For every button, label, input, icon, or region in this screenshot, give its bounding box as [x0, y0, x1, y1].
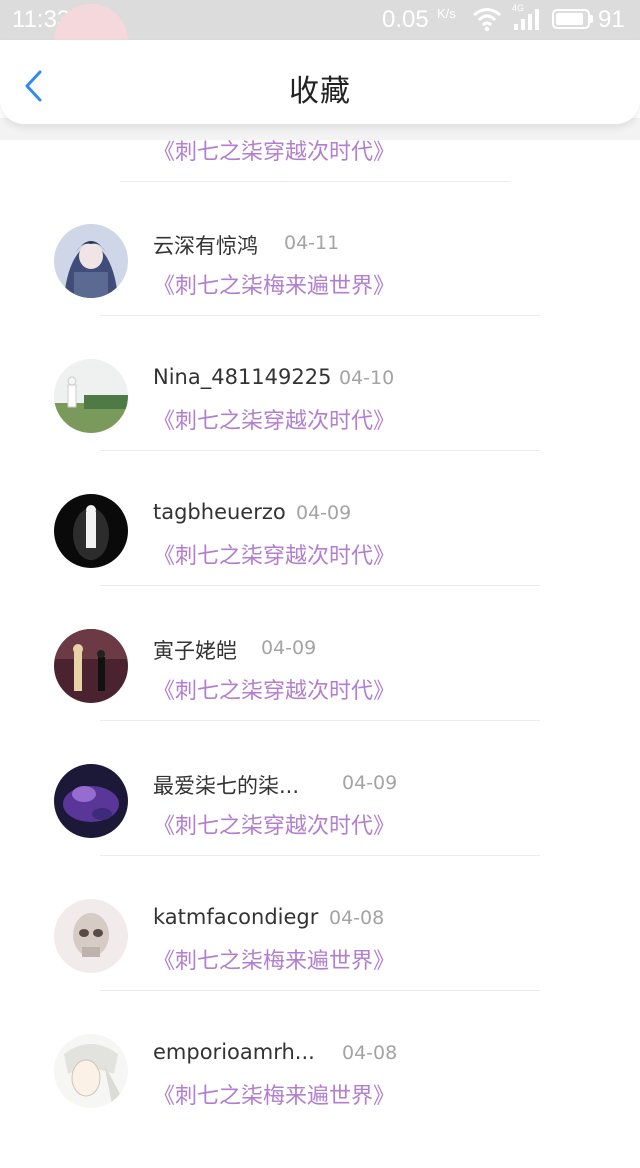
user-name: emporioamrh...: [153, 1040, 315, 1064]
book-title[interactable]: 《刺七之柒梅来遍世界》: [153, 1078, 395, 1110]
favorite-date: 04-11: [284, 232, 340, 254]
user-name: 最爱柒七的柒...: [153, 774, 300, 798]
book-title[interactable]: 《刺七之柒穿越次时代》: [153, 403, 395, 435]
list-item[interactable]: 云深有惊鸿 04-11 《刺七之柒梅来遍世界》: [0, 224, 640, 358]
list-item[interactable]: Nina_481149225 04-10 《刺七之柒穿越次时代》: [0, 359, 640, 493]
signal-icon: [514, 9, 539, 30]
favorite-date: 04-09: [296, 502, 352, 524]
list-item[interactable]: emporioamrh... 04-08 《刺七之柒梅来遍世界》: [0, 1034, 640, 1168]
user-name: 寅子姥皑: [153, 639, 237, 663]
avatar[interactable]: [54, 494, 128, 568]
divider: [100, 990, 540, 991]
divider: [100, 585, 540, 586]
battery-fill: [556, 13, 583, 25]
book-title[interactable]: 《刺七之柒穿越次时代》: [153, 673, 395, 705]
list-item[interactable]: 寅子姥皑 04-09 《刺七之柒穿越次时代》: [0, 629, 640, 763]
book-title[interactable]: 《刺七之柒穿越次时代》: [153, 538, 395, 570]
battery-icon: [552, 9, 590, 29]
nav-header: 收藏: [0, 40, 640, 124]
network-speed: 0.05: [382, 6, 429, 33]
network-speed-unit: K/s: [437, 6, 456, 21]
book-title[interactable]: 《刺七之柒梅来遍世界》: [153, 943, 395, 975]
divider: [100, 315, 540, 316]
divider: [100, 855, 540, 856]
divider: [100, 720, 540, 721]
user-name: Nina_481149225: [153, 365, 332, 389]
user-name: katmfacondiegr: [153, 905, 319, 929]
battery-percent: 91: [598, 6, 625, 33]
user-name: tagbheuerzo: [153, 500, 286, 524]
avatar[interactable]: [54, 224, 128, 298]
favorite-date: 04-09: [342, 772, 398, 794]
avatar[interactable]: [54, 764, 128, 838]
divider: [120, 181, 510, 182]
avatar[interactable]: [54, 629, 128, 703]
favorite-date: 04-09: [261, 637, 317, 659]
wifi-icon: [473, 8, 501, 32]
user-name: 云深有惊鸿: [153, 234, 258, 258]
list-item[interactable]: 最爱柒七的柒... 04-09 《刺七之柒穿越次时代》: [0, 764, 640, 898]
divider: [100, 450, 540, 451]
book-title[interactable]: 《刺七之柒梅来遍世界》: [153, 268, 395, 300]
list-item[interactable]: katmfacondiegr 04-08 《刺七之柒梅来遍世界》: [0, 899, 640, 1033]
favorite-date: 04-10: [339, 367, 395, 389]
book-title[interactable]: 《刺七之柒穿越次时代》: [153, 808, 395, 840]
favorite-date: 04-08: [329, 907, 385, 929]
list-item[interactable]: tagbheuerzo 04-09 《刺七之柒穿越次时代》: [0, 494, 640, 628]
page-title: 收藏: [289, 74, 351, 109]
battery-tip: [590, 15, 593, 23]
avatar[interactable]: [54, 1034, 128, 1108]
favorite-date: 04-08: [342, 1042, 398, 1064]
avatar[interactable]: [54, 359, 128, 433]
avatar[interactable]: [54, 899, 128, 973]
